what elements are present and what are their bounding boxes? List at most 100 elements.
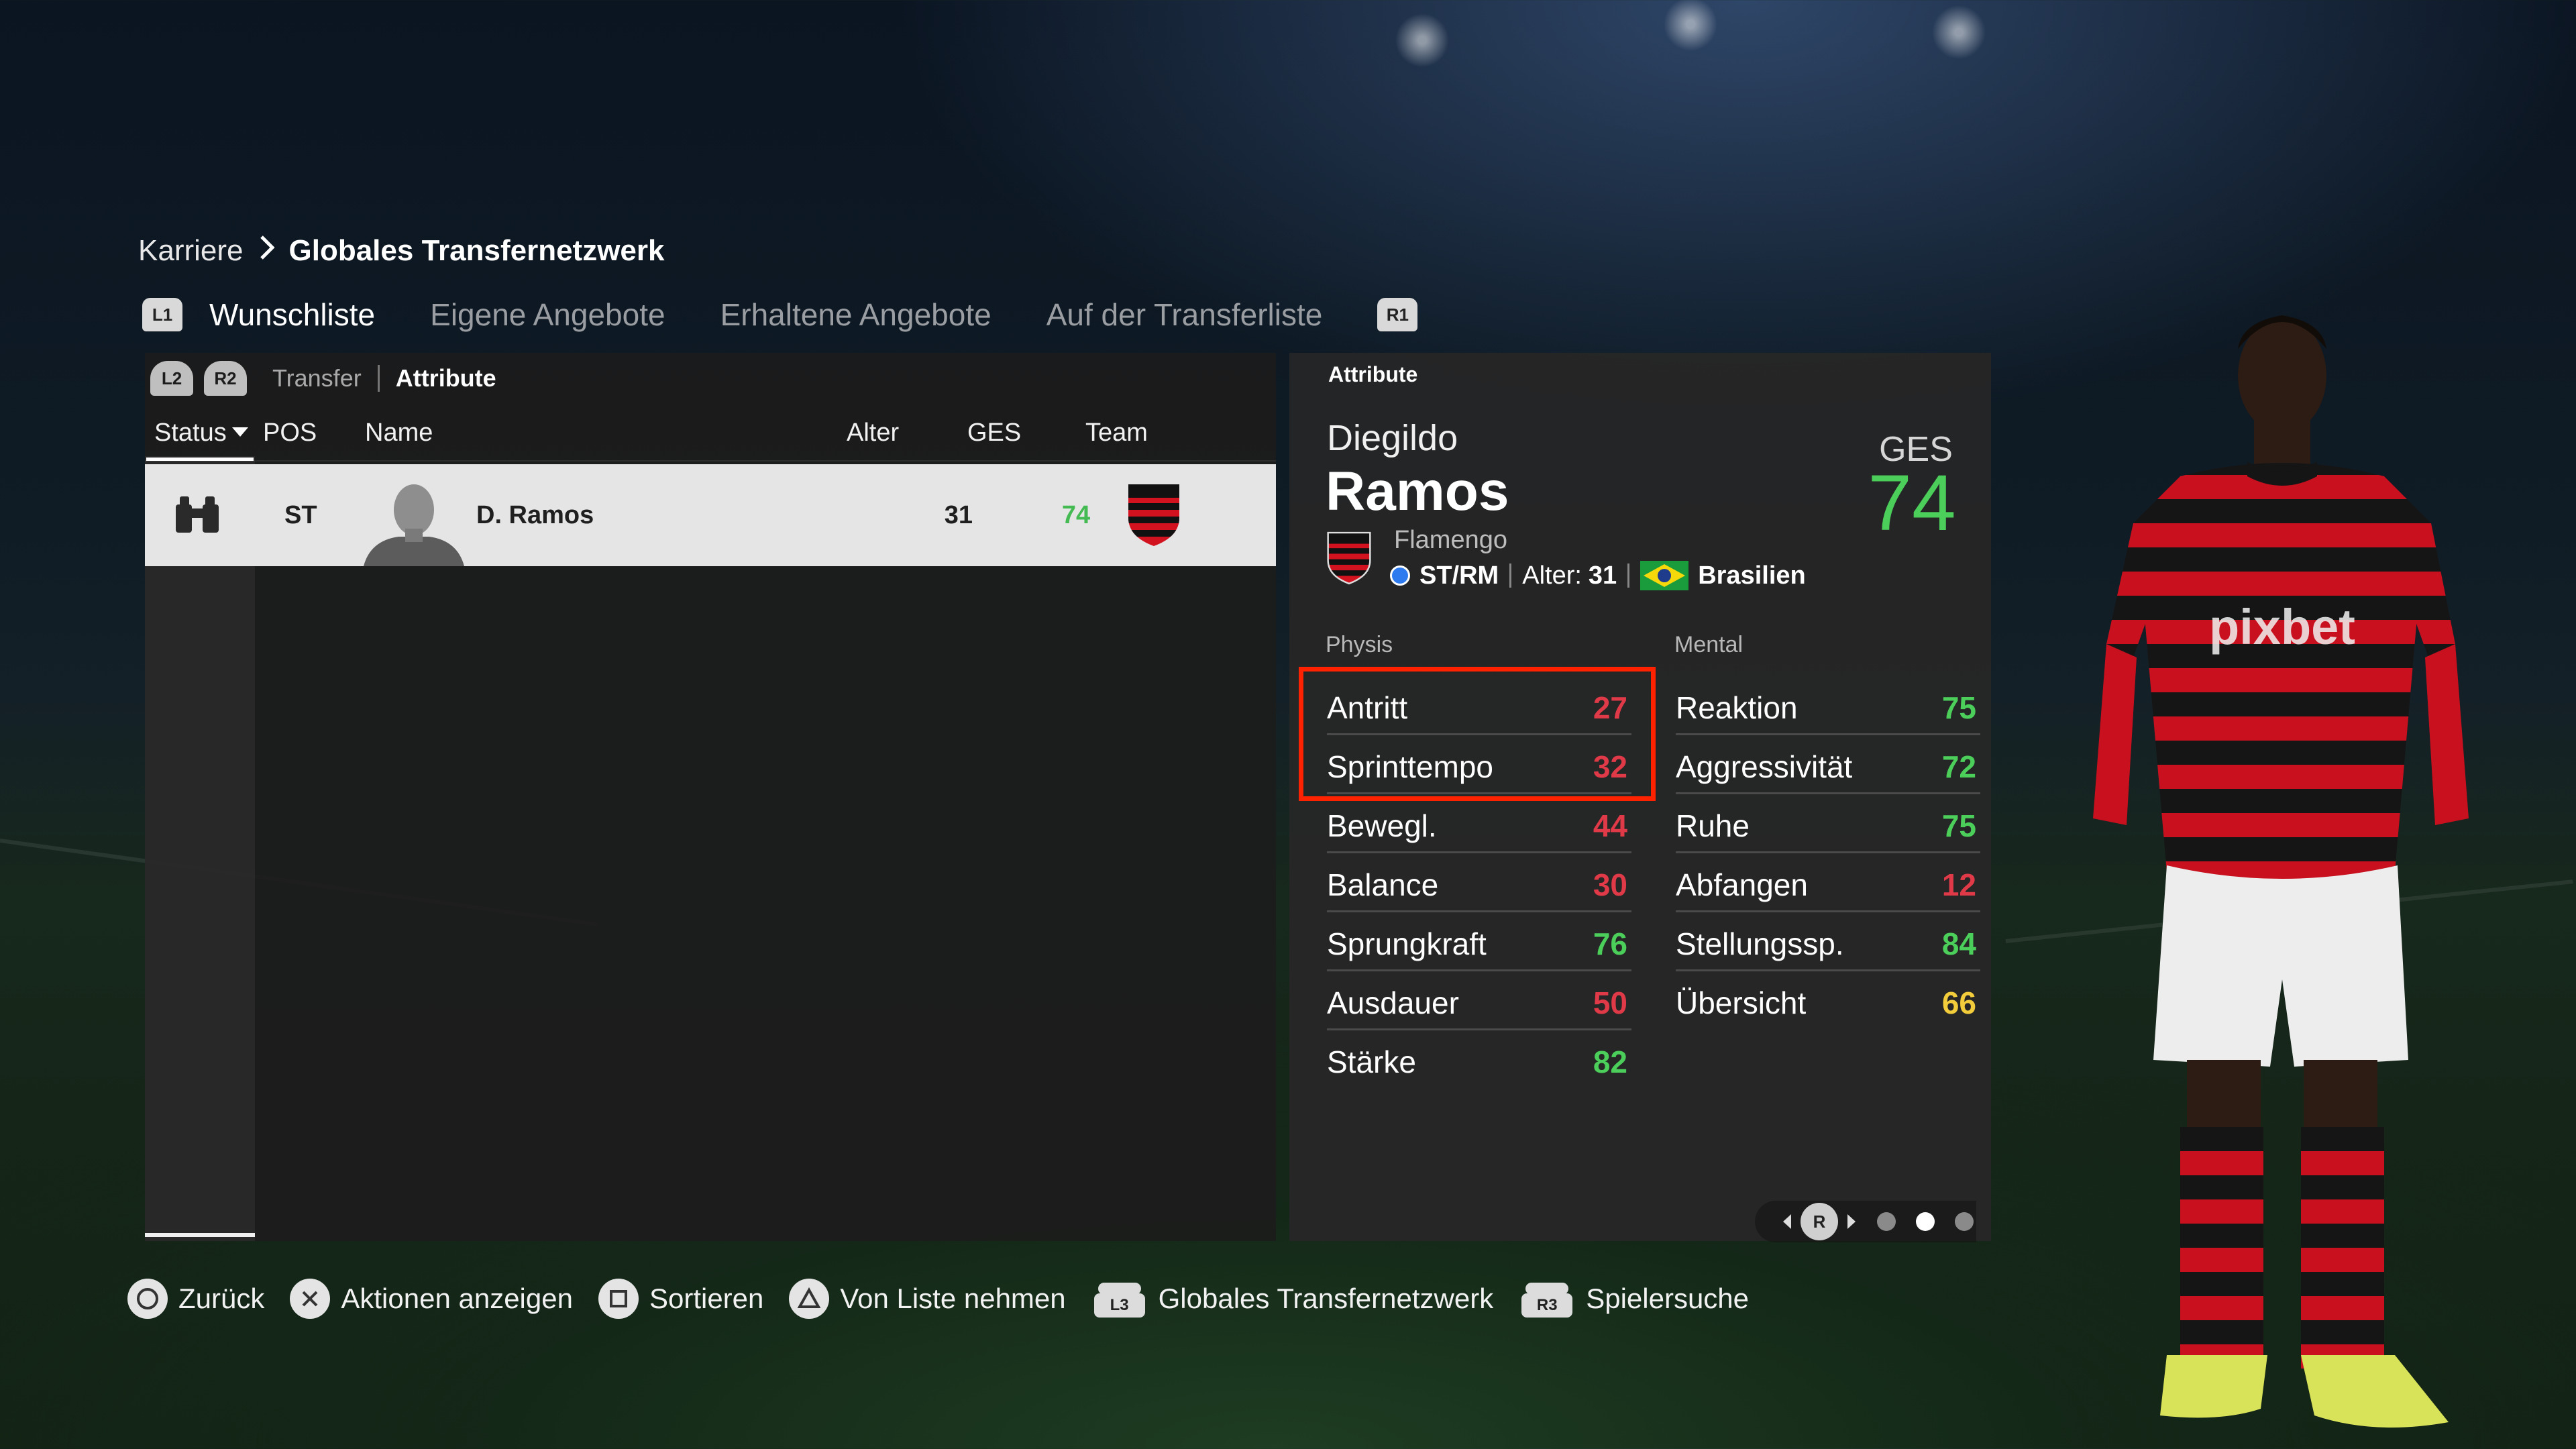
divider (377, 365, 380, 392)
attribute-value: 76 (1593, 926, 1627, 961)
divider (1509, 564, 1512, 588)
back-button[interactable]: Zurück (127, 1279, 264, 1319)
player-nationality: Brasilien (1698, 561, 1806, 590)
cross-button-icon (290, 1279, 331, 1319)
attribute-row: Bewegl. 44 (1327, 794, 1631, 853)
attribute-name: Ausdauer (1327, 985, 1459, 1020)
scroll-indicator[interactable] (145, 1233, 255, 1237)
row-age: 31 (944, 500, 973, 529)
tab-eigene-angebote[interactable]: Eigene Angebote (430, 297, 665, 333)
attribute-name: Reaktion (1676, 690, 1798, 725)
l3-stick-icon: L3 (1091, 1279, 1148, 1319)
column-team[interactable]: Team (1085, 415, 1148, 451)
stadium-lights (1208, 0, 2281, 80)
attribute-value: 12 (1941, 867, 1976, 902)
l1-button-icon[interactable]: L1 (142, 298, 182, 331)
attribute-row: Abfangen 12 (1676, 853, 1980, 912)
show-actions-label: Aktionen anzeigen (341, 1283, 573, 1314)
back-label: Zurück (178, 1283, 265, 1314)
attribute-row: Sprungkraft 76 (1327, 912, 1631, 971)
arrow-left-icon[interactable] (1782, 1213, 1792, 1230)
r1-button-icon[interactable]: R1 (1377, 298, 1418, 331)
attribute-row: Stärke 82 (1327, 1030, 1631, 1089)
player-age: 31 (1588, 561, 1617, 590)
controls-bar: Zurück Aktionen anzeigen Sortieren Von L… (127, 1275, 1774, 1323)
l3-label: L3 (1093, 1293, 1145, 1318)
attribute-name: Übersicht (1676, 985, 1807, 1020)
mental-label: Mental (1674, 632, 1743, 657)
column-pos[interactable]: POS (263, 415, 317, 451)
attribute-row: Ausdauer 50 (1327, 971, 1631, 1030)
tab-wunschliste[interactable]: Wunschliste (209, 297, 375, 333)
global-network-button[interactable]: L3 Globales Transfernetzwerk (1091, 1279, 1494, 1319)
attribute-value: 66 (1941, 985, 1976, 1020)
tab-erhaltene-angebote[interactable]: Erhaltene Angebote (720, 297, 991, 333)
attribute-value: 30 (1593, 867, 1627, 902)
attribute-row: Stellungssp. 84 (1676, 912, 1980, 971)
show-actions-button[interactable]: Aktionen anzeigen (290, 1279, 573, 1319)
svg-text:pixbet: pixbet (2209, 599, 2355, 655)
attribute-value: 50 (1593, 985, 1627, 1020)
highlight-box (1299, 667, 1656, 801)
sort-button[interactable]: Sortieren (598, 1279, 763, 1319)
physis-label: Physis (1326, 632, 1393, 657)
remove-from-list-button[interactable]: Von Liste nehmen (789, 1279, 1066, 1319)
attribute-name: Stärke (1327, 1044, 1416, 1079)
global-network-label: Globales Transfernetzwerk (1158, 1283, 1494, 1314)
page-dot[interactable] (1955, 1212, 1974, 1231)
attribute-row: Balance 30 (1327, 853, 1631, 912)
view-transfer[interactable]: Transfer (272, 364, 362, 392)
status-column-strip (145, 456, 255, 1241)
player-info: ST/RM Alter: 31 Brasilien (1390, 559, 1806, 592)
panel-title: Attribute (1328, 362, 1418, 386)
table-row[interactable]: ST D. Ramos 31 74 (145, 464, 1276, 566)
attribute-name: Ruhe (1676, 808, 1750, 843)
age-label: Alter: (1522, 561, 1582, 590)
column-name[interactable]: Name (365, 415, 433, 451)
breadcrumb: Karriere Globales Transfernetzwerk (138, 231, 665, 271)
r2-button-icon[interactable]: R2 (204, 361, 247, 396)
remove-from-list-label: Von Liste nehmen (840, 1283, 1066, 1314)
column-status[interactable]: Status (154, 415, 248, 451)
attribute-row: Aggressivität 72 (1676, 735, 1980, 794)
column-ges[interactable]: GES (967, 415, 1021, 451)
player-model: pixbet (2019, 282, 2542, 1449)
column-status-label: Status (154, 418, 227, 447)
attribute-name: Sprungkraft (1327, 926, 1487, 961)
view-attribute[interactable]: Attribute (396, 364, 496, 392)
club-name: Flamengo (1394, 526, 1507, 554)
player-search-label: Spielersuche (1586, 1283, 1750, 1314)
page-indicator: R (1755, 1201, 1976, 1242)
r3-label: R3 (1521, 1293, 1573, 1318)
flamengo-crest-icon (1127, 464, 1181, 566)
column-age[interactable]: Alter (847, 415, 899, 451)
position-dot-icon (1390, 566, 1410, 586)
view-switcher: L2 R2 Transfer Attribute (145, 353, 496, 404)
l2-button-icon[interactable]: L2 (150, 361, 193, 396)
player-silhouette-icon (364, 464, 464, 566)
player-search-button[interactable]: R3 Spielersuche (1519, 1279, 1749, 1319)
chevron-right-icon (258, 234, 276, 268)
attribute-value: 75 (1941, 690, 1976, 725)
flamengo-crest-icon (1327, 530, 1371, 590)
attribute-value: 75 (1941, 808, 1976, 843)
attribute-row: Reaktion 75 (1676, 676, 1980, 735)
attribute-name: Aggressivität (1676, 749, 1853, 784)
row-name: D. Ramos (476, 500, 594, 529)
arrow-right-icon[interactable] (1846, 1213, 1857, 1230)
tab-transferliste[interactable]: Auf der Transferliste (1046, 297, 1323, 333)
attribute-name: Bewegl. (1327, 808, 1437, 843)
player-last-name: Ramos (1326, 461, 1509, 522)
attribute-row: Übersicht 66 (1676, 971, 1980, 1030)
sort-down-icon (231, 427, 248, 437)
r-stick-icon[interactable]: R (1801, 1203, 1838, 1240)
sort-label: Sortieren (649, 1283, 764, 1314)
square-button-icon (598, 1279, 639, 1319)
player-positions: ST/RM (1419, 561, 1499, 590)
divider (1627, 564, 1630, 588)
r3-stick-icon: R3 (1519, 1279, 1575, 1319)
brazil-flag-icon (1640, 561, 1689, 590)
page-dot-active[interactable] (1916, 1212, 1935, 1231)
breadcrumb-parent[interactable]: Karriere (138, 234, 244, 268)
page-dot[interactable] (1877, 1212, 1896, 1231)
